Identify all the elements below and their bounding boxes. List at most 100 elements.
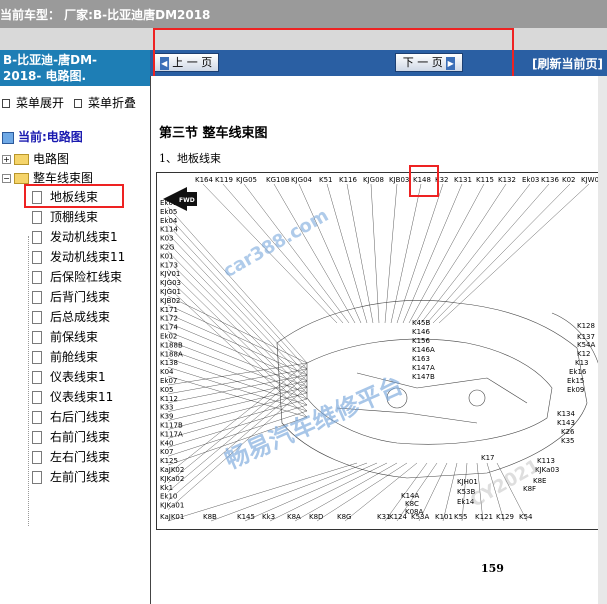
document-icon: [32, 411, 42, 424]
document-icon: [32, 291, 42, 304]
connector-label: K26: [561, 428, 575, 436]
tree-item[interactable]: 左右门线束: [32, 448, 110, 465]
leader-line: [432, 183, 571, 324]
leader-line: [414, 183, 507, 324]
tree-item-label: 前舱线束: [50, 350, 99, 364]
connector-highlight-box: [409, 165, 439, 197]
connector-label: K54: [519, 513, 533, 521]
connector-label: K173: [160, 261, 178, 269]
connector-label: Kk1: [160, 484, 173, 492]
tree-item[interactable]: 仪表线束11: [32, 388, 113, 405]
plus-icon[interactable]: +: [2, 155, 11, 164]
connector-label: Kk3: [262, 513, 275, 521]
document-icon: [32, 451, 42, 464]
connector-label: K33: [160, 404, 174, 412]
connector-label: K164: [195, 176, 213, 184]
selection-highlight: [24, 184, 124, 208]
connector-label: K8F: [523, 485, 536, 493]
connector-label: KJG05: [236, 176, 257, 184]
document-icon: [32, 371, 42, 384]
connector-label: K117B: [160, 422, 183, 430]
leader-line: [396, 183, 444, 324]
refresh-page-link[interactable]: [刷新当前页]: [532, 55, 603, 72]
window-title: 当前车型： 厂家:B-比亚迪唐DM2018: [0, 8, 211, 22]
computer-icon: [2, 131, 14, 144]
tree-connector: [28, 236, 29, 526]
connector-label: K147A: [412, 364, 435, 372]
connector-label: K113: [537, 457, 555, 465]
tree-item-label: 右前门线束: [50, 430, 111, 444]
tree-item[interactable]: 右后门线束: [32, 408, 110, 425]
tree-item[interactable]: 右前门线束: [32, 428, 110, 445]
harness-diagram: K164 K119 KJG05 KG10B KJG04 K51 K116 KJG08 KJB03…: [156, 172, 607, 530]
tree-item-label: 前保线束: [50, 330, 99, 344]
title-bar: 当前车型： 厂家:B-比亚迪唐DM2018: [0, 0, 607, 29]
connector-label: KJV01: [160, 270, 180, 278]
connector-label: K17: [481, 454, 495, 462]
tree-item-label: 顶棚线束: [50, 210, 99, 224]
menu-collapse-button[interactable]: 菜单折叠: [74, 94, 136, 111]
tree-item[interactable]: 仪表线束1: [32, 368, 106, 385]
connector-label: K121: [475, 513, 493, 521]
connector-label: K129: [496, 513, 514, 521]
connector-label: Ek03: [522, 176, 539, 184]
connector-label: K115: [476, 176, 494, 184]
connector-label: K8D: [309, 513, 323, 521]
connector-label: Ek16: [569, 368, 587, 376]
connector-label: K8C: [405, 500, 419, 508]
connector-label: K163: [412, 355, 430, 363]
connector-label: K171: [160, 306, 178, 314]
connector-label: K174: [160, 324, 178, 332]
tree-item[interactable]: 前保线束: [32, 328, 98, 345]
connector-label: K8G: [337, 513, 351, 521]
fwd-label: FWD: [179, 197, 195, 204]
tree-item-label: 发动机线束11: [50, 250, 126, 264]
section-title: 第三节 整车线束图: [159, 126, 268, 141]
connector-label: KJKa02: [160, 475, 184, 483]
connector-label: K12: [577, 350, 591, 358]
connector-label: K101: [435, 513, 453, 521]
connector-label: K01: [160, 252, 174, 260]
tree-item-label: 左前门线束: [50, 470, 111, 484]
connector-label: K119: [215, 176, 233, 184]
tree-item-label: 后总成线束: [50, 310, 111, 324]
menu-expand-button[interactable]: 菜单展开: [2, 94, 64, 111]
connector-label: KJH01: [457, 478, 478, 486]
tree-item[interactable]: 顶棚线束: [32, 208, 98, 225]
connector-label: Ek09: [567, 386, 584, 394]
document-icon: [32, 311, 42, 324]
document-icon: [32, 331, 42, 344]
leader-line: [390, 183, 422, 324]
connector-label: K146A: [412, 346, 435, 354]
connector-label: K45B: [412, 319, 430, 327]
connector-label: K132: [498, 176, 516, 184]
document-icon: [32, 391, 42, 404]
tree-item[interactable]: 后保险杠线束: [32, 268, 122, 285]
connector-label: K35: [561, 437, 575, 445]
connector-label: K146: [412, 328, 430, 336]
leader-line: [167, 295, 308, 364]
tree-item[interactable]: 后背门线束: [32, 288, 110, 305]
leader-line: [167, 322, 308, 382]
connector-label: K145: [237, 513, 255, 521]
tree-node-circuit-diagram[interactable]: + 电路图: [2, 150, 69, 167]
connector-label: Ek04: [160, 217, 178, 225]
connector-label: K136: [541, 176, 559, 184]
leader-line: [370, 183, 380, 324]
tree-item[interactable]: 左前门线束: [32, 468, 110, 485]
tree-item[interactable]: 前舱线束: [32, 348, 98, 365]
connector-label: KJG01: [160, 288, 181, 296]
vertical-scrollbar[interactable]: [598, 76, 607, 604]
expand-icon: [2, 99, 10, 108]
tree-item[interactable]: 发动机线束11: [32, 248, 125, 265]
vehicle-outline: [276, 300, 603, 479]
connector-label: K04: [160, 368, 174, 376]
tree-item[interactable]: 后总成线束: [32, 308, 110, 325]
connector-label: K188A: [160, 350, 183, 358]
connector-label: K134: [557, 410, 575, 418]
tree-item[interactable]: 发动机线束1: [32, 228, 118, 245]
minus-icon[interactable]: −: [2, 174, 11, 183]
connector-label: K54A: [577, 341, 595, 349]
leader-line: [273, 183, 356, 324]
connector-label: K08A: [405, 508, 423, 516]
